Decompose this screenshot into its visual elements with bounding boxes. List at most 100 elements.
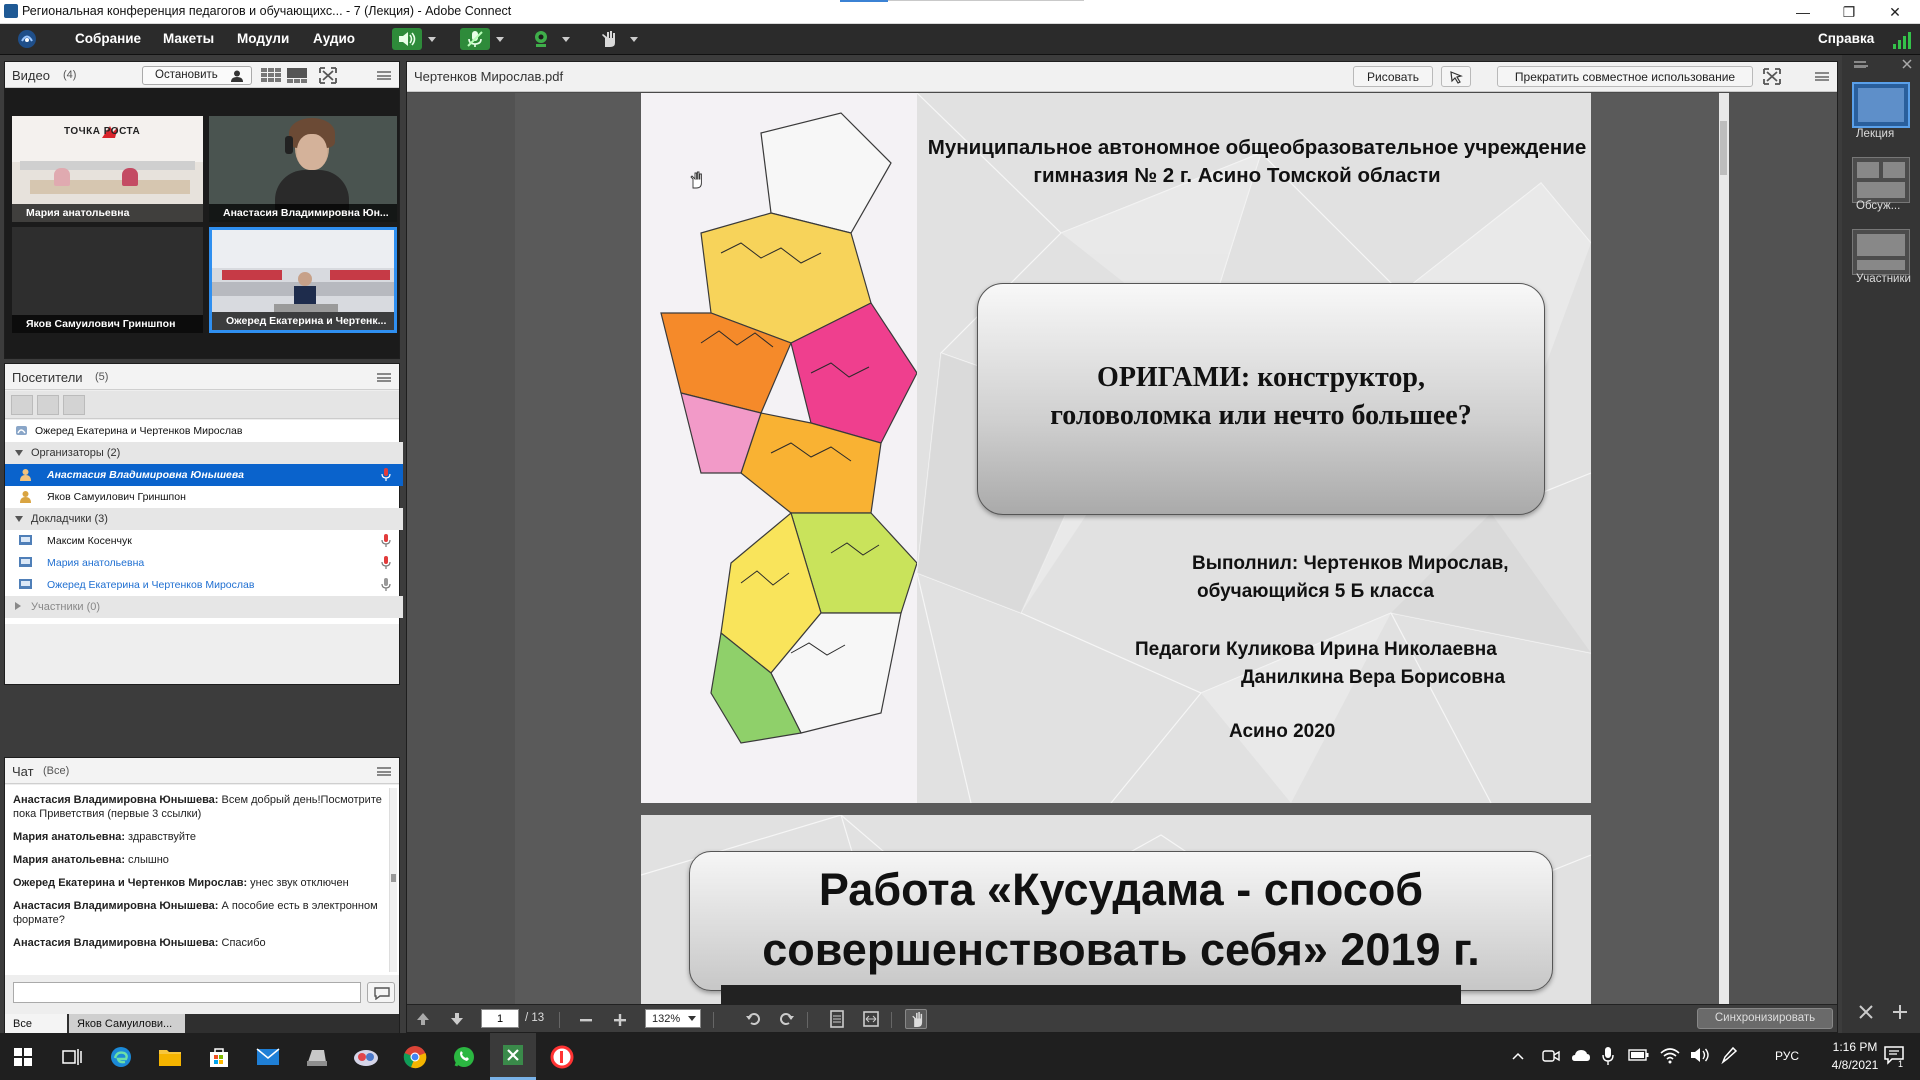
attendee-row-presenter-3[interactable]: Ожеред Екатерина и Чертенков Мирослав	[5, 574, 403, 596]
menu-meeting[interactable]: Собрание	[75, 31, 141, 46]
zoom-out-icon[interactable]	[579, 1013, 593, 1027]
breakout-icon[interactable]	[37, 395, 59, 415]
chat-scrollbar[interactable]	[389, 788, 397, 972]
video-tile-4-active-speaker[interactable]: Ожеред Екатерина и Чертенк...	[209, 227, 397, 333]
tray-microphone-icon[interactable]	[1602, 1046, 1614, 1066]
app-taskbar-button-2[interactable]	[343, 1033, 389, 1080]
wifi-icon[interactable]	[1660, 1046, 1680, 1064]
volume-icon[interactable]	[1690, 1046, 1710, 1064]
document-scrollbar[interactable]	[1719, 93, 1729, 1004]
speaker-button[interactable]	[392, 28, 422, 50]
attendee-status-icon[interactable]	[63, 395, 85, 415]
draw-button[interactable]: Рисовать	[1353, 66, 1433, 87]
whatsapp-taskbar-button[interactable]	[441, 1033, 487, 1080]
yandex-taskbar-button[interactable]	[539, 1033, 585, 1080]
minimize-button[interactable]: —	[1780, 0, 1826, 24]
share-pod-menu-icon[interactable]	[1815, 72, 1829, 81]
video-tile-3[interactable]: Яков Самуилович Гриншпон	[12, 227, 203, 333]
close-layout-icon[interactable]	[1858, 1004, 1874, 1020]
left-gutter	[407, 93, 515, 1004]
microphone-dropdown[interactable]	[492, 28, 508, 50]
layout-discussion-thumbnail	[1857, 182, 1905, 198]
chat-tab-private[interactable]: Яков Самуилови...	[69, 1014, 185, 1034]
onedrive-cloud-icon[interactable]	[1571, 1047, 1591, 1063]
chrome-taskbar-button[interactable]	[392, 1033, 438, 1080]
store-button[interactable]	[196, 1033, 242, 1080]
attendee-row-host-2[interactable]: Яков Самуилович Гриншпон	[5, 486, 403, 508]
stop-sharing-button[interactable]: Прекратить совместное использование	[1497, 66, 1753, 87]
group-participants[interactable]: Участники (0)	[5, 596, 403, 618]
clock-time[interactable]: 1:16 PM	[1820, 1040, 1890, 1054]
status-dropdown[interactable]	[626, 28, 642, 50]
video-pod-menu-icon[interactable]	[377, 71, 391, 80]
attendee-row-presenter-2[interactable]: Мария анатольевна	[5, 552, 403, 574]
chat-input[interactable]	[13, 982, 361, 1003]
show-hidden-icons-icon[interactable]	[1512, 1051, 1524, 1061]
layout-lecture[interactable]	[1852, 82, 1910, 128]
adobe-connect-taskbar-button[interactable]	[490, 1033, 536, 1080]
connect-logo-icon[interactable]	[14, 28, 40, 50]
group-presenters[interactable]: Докладчики (3)	[5, 508, 403, 530]
menu-layouts[interactable]: Макеты	[163, 31, 214, 46]
share-fullscreen-icon[interactable]	[1763, 68, 1781, 85]
collapse-layouts-icon[interactable]	[1902, 59, 1912, 69]
attendee-row-phone-user[interactable]: Ожеред Екатерина и Чертенков Мирослав	[5, 420, 403, 442]
layout-discussion[interactable]	[1852, 157, 1910, 203]
attendee-row-host-1[interactable]: Анастасия Владимировна Юнышева	[5, 464, 403, 486]
menu-help[interactable]: Справка	[1818, 31, 1874, 46]
stop-video-button[interactable]: Остановить	[142, 66, 252, 85]
page-number-input[interactable]	[481, 1009, 519, 1028]
zoom-select[interactable]: 132%	[645, 1009, 701, 1028]
single-page-icon[interactable]	[829, 1010, 845, 1028]
app-taskbar-button-1[interactable]	[294, 1033, 340, 1080]
chat-tab-all[interactable]: Все	[5, 1014, 67, 1034]
restore-button[interactable]: ❐	[1826, 0, 1872, 24]
input-language[interactable]: РУС	[1775, 1049, 1799, 1063]
fullscreen-icon[interactable]	[319, 67, 337, 84]
file-explorer-button[interactable]	[147, 1033, 193, 1080]
video-tile-1[interactable]: ТОЧКА РОСТА Мария анатольевна	[12, 116, 203, 222]
layout-lecture-thumbnail	[1858, 88, 1904, 122]
hand-tool-button[interactable]	[905, 1009, 927, 1029]
add-layout-icon[interactable]	[1892, 1004, 1908, 1020]
start-button[interactable]	[0, 1033, 46, 1080]
layout-participants[interactable]	[1852, 229, 1910, 275]
previous-page-icon[interactable]	[415, 1011, 431, 1027]
zoom-in-icon[interactable]	[613, 1013, 627, 1027]
document-scroll-thumb[interactable]	[1720, 121, 1727, 175]
microphone-button[interactable]	[460, 28, 490, 50]
grid-view-icon[interactable]	[261, 68, 281, 83]
document-viewport[interactable]: Муниципальное автономное общеобразовател…	[407, 93, 1837, 1004]
task-view-button[interactable]	[49, 1033, 95, 1080]
list-view-icon[interactable]	[11, 395, 33, 415]
next-page-icon[interactable]	[449, 1011, 465, 1027]
attendees-pod-menu-icon[interactable]	[377, 373, 391, 382]
webcam-dropdown[interactable]	[558, 28, 574, 50]
fit-width-icon[interactable]	[863, 1010, 879, 1028]
pen-workspace-icon[interactable]	[1720, 1045, 1738, 1065]
send-message-button[interactable]	[367, 982, 395, 1003]
edge-taskbar-button[interactable]	[98, 1033, 144, 1080]
chat-pod-menu-icon[interactable]	[377, 767, 391, 776]
menu-pods[interactable]: Модули	[237, 31, 289, 46]
sync-button[interactable]: Синхронизировать	[1697, 1008, 1833, 1029]
chat-scroll-thumb[interactable]	[391, 874, 396, 882]
pointer-button[interactable]	[1441, 66, 1471, 87]
mail-button[interactable]	[245, 1033, 291, 1080]
speaker-dropdown[interactable]	[424, 28, 440, 50]
close-button[interactable]: ✕	[1872, 0, 1918, 24]
filmstrip-view-icon[interactable]	[287, 68, 307, 83]
group-hosts[interactable]: Организаторы (2)	[5, 442, 403, 464]
slide-title-box: ОРИГАМИ: конструктор, головоломка или не…	[977, 283, 1545, 515]
webcam-button[interactable]	[526, 28, 556, 50]
status-button[interactable]	[594, 28, 624, 50]
layouts-menu-icon[interactable]	[1854, 61, 1868, 68]
battery-icon[interactable]	[1628, 1048, 1650, 1062]
attendee-row-presenter-1[interactable]: Максим Косенчук	[5, 530, 403, 552]
menu-audio[interactable]: Аудио	[313, 31, 355, 46]
video-tile-2[interactable]: Анастасия Владимировна Юн...	[209, 116, 397, 222]
rotate-left-icon[interactable]	[745, 1011, 761, 1027]
rotate-right-icon[interactable]	[779, 1011, 795, 1027]
meet-now-icon[interactable]	[1542, 1047, 1560, 1065]
clock-date[interactable]: 4/8/2021	[1820, 1058, 1890, 1072]
